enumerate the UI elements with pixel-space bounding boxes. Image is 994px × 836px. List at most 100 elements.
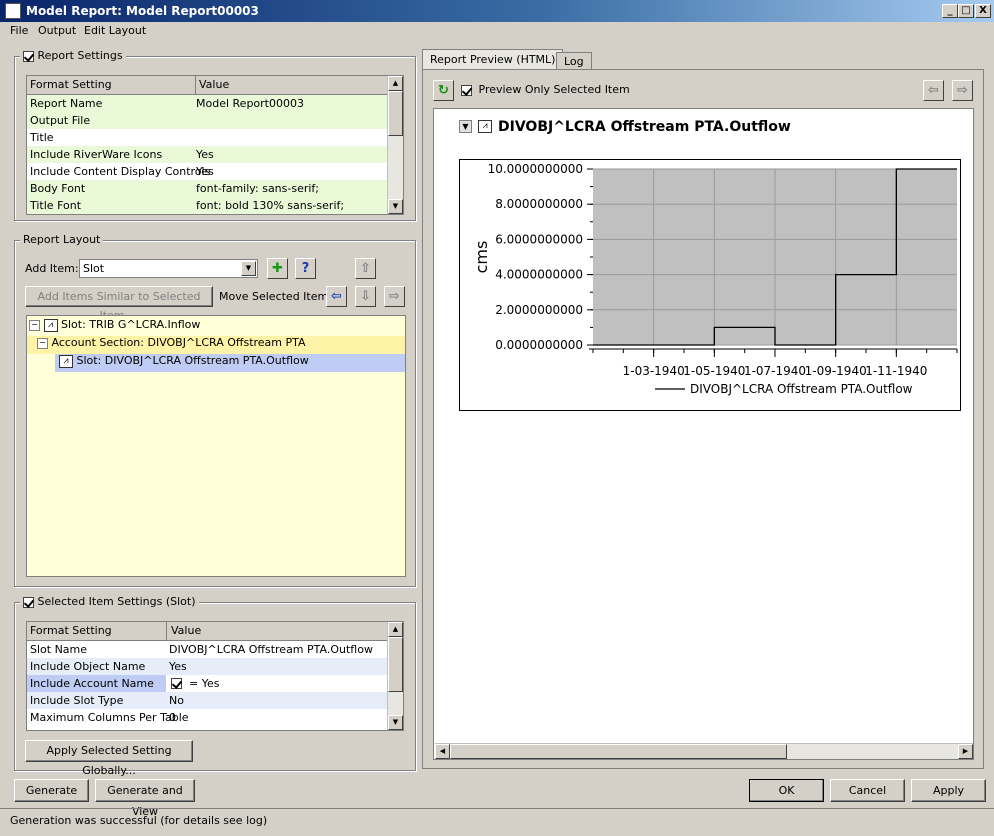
nav-back-button[interactable]: ⇦ [923,80,944,101]
y-tick-label: 2.0000000000 [495,303,583,317]
legend-label: DIVOBJ^LCRA Offstream PTA.Outflow [690,382,913,396]
column-header-format-setting: Format Setting [30,624,112,637]
table-row[interactable]: Title Font font: bold 130% sans-serif; [27,197,403,214]
include-account-name-checkbox[interactable] [171,677,182,689]
scroll-up-icon[interactable]: ▲ [388,622,403,637]
move-right-button[interactable]: ⇨ [384,286,405,307]
x-tick-label: 1-07-1940 [744,364,806,378]
move-up-button[interactable]: ⇧ [355,258,376,279]
column-header-format-setting: Format Setting [30,78,112,91]
y-tick-label: 0.0000000000 [495,338,583,352]
selected-item-scrollbar[interactable]: ▲ ▼ [387,622,403,730]
add-item-select[interactable]: Slot ▼ [79,259,258,278]
report-settings-header: Report Settings [20,49,126,62]
move-down-button[interactable]: ⇩ [355,286,376,307]
collapse-icon[interactable]: − [29,319,40,331]
y-tick-label: 6.0000000000 [495,232,583,246]
table-row[interactable]: Include Content Display Controls Yes [27,163,403,180]
add-similar-button[interactable]: Add Items Similar to Selected Item ... [25,286,213,322]
scroll-down-icon[interactable]: ▼ [388,715,403,730]
table-row[interactable]: Output File [27,112,403,129]
apply-button[interactable]: Apply [911,779,986,802]
preview-only-label: Preview Only Selected Item [478,83,630,96]
table-row-selected[interactable]: Include Account Name = Yes [27,675,403,692]
status-separator [0,808,994,809]
minimize-button[interactable]: _ [942,4,958,18]
y-axis-label: cms [472,241,491,274]
scroll-left-icon[interactable]: ◀ [435,744,450,759]
preview-hscrollbar[interactable]: ◀ ▶ [435,743,973,759]
report-settings-table: Format Setting Value Report Name Model Re… [26,75,404,215]
scroll-down-icon[interactable]: ▼ [388,199,403,214]
refresh-button[interactable]: ↻ [433,80,454,101]
selected-item-settings-header: Selected Item Settings (Slot) [20,595,199,608]
x-tick-label: 1-09-1940 [805,364,867,378]
slot-icon: ⩘ [43,318,58,332]
maximize-button[interactable]: □ [958,4,974,18]
help-button[interactable]: ? [295,258,316,279]
scroll-thumb[interactable] [450,744,787,759]
y-tick-label: 4.0000000000 [495,268,583,282]
window-title: Model Report: Model Report00003 [26,4,259,18]
chevron-down-icon[interactable]: ▼ [241,261,256,276]
arrow-left-icon: ⇦ [928,83,939,98]
title-bar: Model Report: Model Report00003 _ □ X [0,0,994,22]
status-text: Generation was successful (for details s… [10,814,268,827]
selected-item-settings-checkbox[interactable] [23,596,34,608]
scroll-thumb[interactable] [388,637,403,692]
collapse-icon[interactable]: − [37,337,48,349]
cancel-button[interactable]: Cancel [830,779,905,802]
preview-only-row: Preview Only Selected Item [461,83,630,96]
preview-only-checkbox[interactable] [461,84,472,96]
table-row[interactable]: Include Object Name Yes [27,658,403,675]
table-row[interactable]: Slot Name DIVOBJ^LCRA Offstream PTA.Outfl… [27,641,403,658]
report-settings-label: Report Settings [37,49,123,62]
menu-file[interactable]: File [10,24,28,37]
table-row[interactable]: Title [27,129,403,146]
scroll-thumb[interactable] [388,91,403,136]
table-row[interactable]: Include Slot Type No [27,692,403,709]
add-item-label: Add Item: [25,262,79,275]
add-item-button[interactable]: ✚ [267,258,288,279]
table-row[interactable]: Maximum Columns Per Table 0 [27,709,403,726]
y-tick-label: 10.0000000000 [488,162,583,176]
table-header: Format Setting Value [27,76,403,95]
scroll-right-icon[interactable]: ▶ [958,744,973,759]
plus-icon: ✚ [272,261,283,276]
y-tick-label: 8.0000000000 [495,197,583,211]
scroll-up-icon[interactable]: ▲ [388,76,403,91]
x-tick-label: 1-05-1940 [683,364,745,378]
x-tick-label: 1-03-1940 [623,364,685,378]
move-selected-label: Move Selected Item: [219,290,332,303]
tree-item[interactable]: − Account Section: DIVOBJ^LCRA Offstream… [27,336,405,354]
tab-report-preview[interactable]: Report Preview (HTML) [422,49,564,70]
report-settings-checkbox[interactable] [23,50,34,62]
tree-item[interactable]: − ⩘ Slot: TRIB G^LCRA.Inflow [29,318,200,336]
nav-forward-button[interactable]: ⇨ [952,80,973,101]
arrow-right-icon: ⇨ [389,289,400,304]
table-header: Format Setting Value [27,622,403,641]
move-left-button[interactable]: ⇦ [326,286,347,307]
table-row[interactable]: Include RiverWare Icons Yes [27,146,403,163]
report-settings-scrollbar[interactable]: ▲ ▼ [387,76,403,214]
close-button[interactable]: X [975,4,991,18]
tree-item-selected[interactable]: ⩘ Slot: DIVOBJ^LCRA Offstream PTA.Outflo… [55,354,405,372]
menu-output[interactable]: Output [38,24,76,37]
slot-icon: ⩘ [59,354,73,368]
x-tick-label: 1-11-1940 [865,364,927,378]
table-row[interactable]: Body Font font-family: sans-serif; [27,180,403,197]
generate-button[interactable]: Generate [14,779,89,802]
expand-toggle-icon[interactable]: ▼ [459,120,472,133]
ok-button[interactable]: OK [749,779,824,802]
outflow-chart: 0.0000000000 2.0000000000 4.0000000000 6.00… [459,159,961,411]
preview-heading: DIVOBJ^LCRA Offstream PTA.Outflow [498,119,791,135]
arrow-up-icon: ⇧ [360,261,371,276]
generate-and-view-button[interactable]: Generate and View [95,779,195,818]
slot-icon: ⩘ [478,119,492,133]
tab-log[interactable]: Log [556,52,592,70]
menu-edit-layout[interactable]: Edit Layout [84,24,146,37]
apply-globally-button[interactable]: Apply Selected Setting Globally... [25,740,193,777]
table-row[interactable]: Report Name Model Report00003 [27,95,403,112]
arrow-right-icon: ⇨ [957,83,968,98]
column-header-value: Value [171,624,202,637]
